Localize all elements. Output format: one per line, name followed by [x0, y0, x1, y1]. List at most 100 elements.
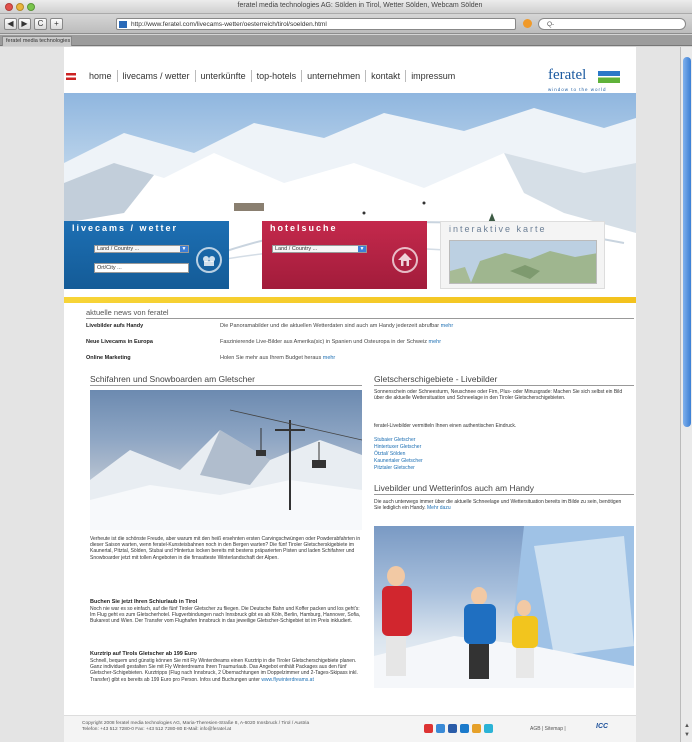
map-box-title: interaktive karte	[449, 224, 547, 234]
short-trip-text: Schnell, bequem und günstig können Sie m…	[90, 658, 358, 683]
scroll-up-arrow-icon[interactable]: ▲	[683, 723, 691, 731]
livecams-box-title: livecams / wetter	[72, 223, 179, 233]
close-window-button[interactable]	[5, 3, 13, 11]
news-item-text: Faszinierende Live-Bilder aus Amerika(si…	[220, 339, 442, 345]
house-icon	[398, 253, 412, 266]
skiers-photo	[374, 526, 634, 688]
news-more-link[interactable]: mehr	[323, 355, 336, 361]
partner-logo-icon[interactable]	[448, 724, 457, 733]
feratel-site: home livecams / wetter unterkünfte top-h…	[64, 47, 636, 742]
browser-toolbar: ◀ ▶ C + http://www.feratel.com/livecams-…	[0, 14, 692, 34]
tab-bar: feratel media technologies	[0, 35, 692, 46]
address-bar[interactable]: http://www.feratel.com/livecams-wetter/o…	[116, 18, 516, 30]
zoom-window-button[interactable]	[27, 3, 35, 11]
glacier-skiing-title: Schifahren und Snowboarden am Gletscher	[90, 374, 362, 386]
hotel-search-box: hotelsuche Land / Country ... ▼	[262, 221, 427, 289]
hotel-country-select[interactable]: Land / Country ... ▼	[272, 245, 367, 253]
short-trip-heading: Kurztrip auf Tirols Gletscher ab 199 Eur…	[90, 651, 197, 657]
forward-button[interactable]: ▶	[18, 18, 31, 30]
europe-map-image[interactable]	[449, 240, 597, 284]
glacier-livecams-title: Gletscherschigebiete - Livebilder	[374, 374, 634, 386]
partner-logo-icon[interactable]	[424, 724, 433, 733]
livecams-country-value: Land / Country ...	[97, 246, 140, 252]
footer-links[interactable]: AGB | Sitemap |	[530, 726, 566, 732]
chevron-down-icon: ▼	[180, 246, 188, 252]
tab-feratel[interactable]: feratel media technologies	[2, 36, 72, 46]
city-input[interactable]: Ort/City ...	[94, 263, 189, 273]
news-item: Neue Livecams in Europa Faszinierende Li…	[86, 339, 634, 349]
window-title: feratel media technologies AG: Sölden in…	[237, 2, 483, 9]
mobile-more-link[interactable]: Mehr dazu	[427, 505, 451, 511]
logo-flag-icon	[598, 71, 620, 83]
nav-unternehmen[interactable]: unternehmen	[302, 70, 367, 82]
scroll-down-arrow-icon[interactable]: ▼	[683, 732, 691, 740]
back-button[interactable]: ◀	[4, 18, 17, 30]
minimize-window-button[interactable]	[16, 3, 24, 11]
nav-unterkuenfte[interactable]: unterkünfte	[196, 70, 252, 82]
page-footer: Copyright 2008 feratel media technologie…	[64, 715, 636, 742]
nav-impressum[interactable]: impressum	[406, 70, 460, 82]
mobile-livecams-title: Livebilder und Wetterinfos auch am Handy	[374, 483, 634, 495]
link-soelden[interactable]: Ötztal/ Sölden	[374, 451, 405, 457]
news-item: Online Marketing Holen Sie mehr aus Ihre…	[86, 355, 634, 365]
link-pitztal[interactable]: Pitztaler Gletscher	[374, 465, 415, 471]
scrollbar-thumb[interactable]	[683, 57, 691, 427]
rss-icon[interactable]	[523, 19, 532, 28]
footer-contact: Telefon: +43 512 7280-0 Fax: +43 512 728…	[82, 727, 232, 732]
page-viewport: home livecams / wetter unterkünfte top-h…	[0, 47, 680, 742]
address-url: http://www.feratel.com/livecams-wetter/o…	[131, 21, 327, 28]
interactive-map-box[interactable]: interaktive karte	[440, 221, 605, 289]
add-bookmark-button[interactable]: +	[50, 18, 63, 30]
livecams-country-select[interactable]: Land / Country ... ▼	[94, 245, 189, 253]
nav-livecams[interactable]: livecams / wetter	[118, 70, 196, 82]
glacier-livecams-text: Sonnenschein oder Schneesturm, Neuschnee…	[374, 389, 623, 402]
icc-logo[interactable]: ICC	[596, 723, 608, 730]
chevron-down-icon: ▼	[358, 246, 366, 252]
news-heading: aktuelle news von feratel	[86, 308, 634, 319]
news-item-text: Holen Sie mehr aus Ihrem Budget heraus m…	[220, 355, 336, 361]
link-stubai[interactable]: Stubaier Gletscher	[374, 437, 415, 443]
news-item-title: Livebilder aufs Handy	[86, 323, 144, 329]
decorative-strip	[64, 297, 636, 303]
logo-wordmark: feratel	[548, 67, 587, 83]
vertical-scrollbar[interactable]: ▲ ▼	[680, 47, 692, 742]
hotel-search-button[interactable]	[392, 247, 418, 273]
logo-tagline: window to the world	[548, 87, 607, 92]
search-input[interactable]: Q-	[538, 18, 686, 30]
chairlift-photo	[90, 390, 362, 530]
link-hintertux[interactable]: Hintertuxer Gletscher	[374, 444, 421, 450]
nav-top-hotels[interactable]: top-hotels	[252, 70, 303, 82]
book-ski-holiday-text: Noch nie war es so einfach, auf die fünf…	[90, 606, 361, 625]
hotel-country-value: Land / Country ...	[275, 246, 318, 252]
mobile-livecams-text: Die auch unterwegs immer über die aktuel…	[374, 499, 622, 512]
partner-logo-icon[interactable]	[460, 724, 469, 733]
hotel-box-title: hotelsuche	[270, 223, 338, 233]
livecams-search-box: livecams / wetter Land / Country ... ▼ O…	[64, 221, 229, 289]
livecams-impression-text: feratel-Livebilder vermitteln Ihnen eine…	[374, 423, 517, 429]
chairlift-image	[90, 409, 362, 530]
news-item-title: Neue Livecams in Europa	[86, 339, 153, 345]
camera-icon	[203, 256, 215, 266]
main-nav: home livecams / wetter unterkünfte top-h…	[64, 67, 636, 92]
news-more-link[interactable]: mehr	[429, 339, 442, 345]
partner-logo-icon[interactable]	[436, 724, 445, 733]
nav-home[interactable]: home	[84, 70, 118, 82]
news-more-link[interactable]: mehr	[441, 323, 454, 329]
book-ski-holiday-heading: Buchen Sie jetzt Ihren Schiurlaub in Tir…	[90, 599, 198, 605]
nav-kontakt[interactable]: kontakt	[366, 70, 407, 82]
news-item-title: Online Marketing	[86, 355, 131, 361]
reload-button[interactable]: C	[34, 18, 47, 30]
site-favicon-icon	[119, 21, 127, 28]
map-illustration	[450, 241, 596, 283]
news-item: Livebilder aufs Handy Die Panoramabilder…	[86, 323, 634, 333]
webcam-search-button[interactable]	[196, 247, 222, 273]
flywinterdreams-link[interactable]: www.flywinterdreams.at	[261, 677, 314, 683]
link-kaunertal[interactable]: Kaunertaler Gletscher	[374, 458, 423, 464]
partner-logo-icon[interactable]	[472, 724, 481, 733]
flag-austria-icon[interactable]	[66, 73, 76, 80]
partner-logo-icon[interactable]	[484, 724, 493, 733]
window-titlebar: feratel media technologies AG: Sölden in…	[0, 0, 692, 14]
footer-copyright: Copyright 2008 feratel media technologie…	[82, 721, 309, 733]
news-item-text: Die Panoramabilder und die aktuellen Wet…	[220, 323, 454, 329]
feratel-logo[interactable]: feratel window to the world	[548, 67, 628, 95]
